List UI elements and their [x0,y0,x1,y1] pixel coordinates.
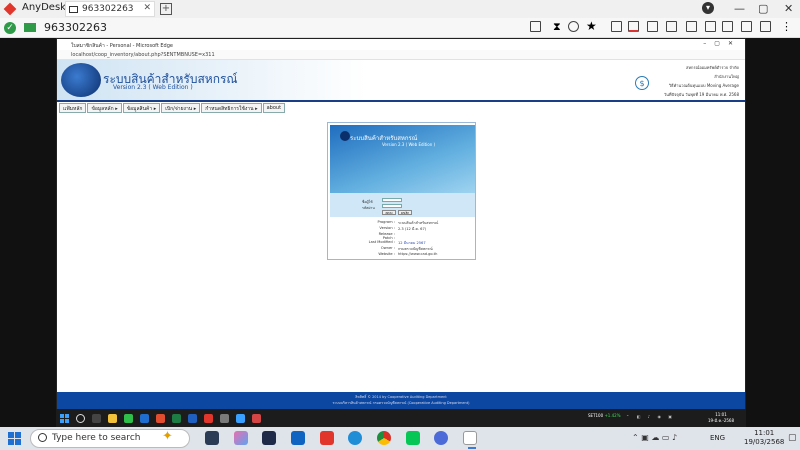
nav-item-master-data[interactable]: ข้อมูลหลัก ▸ [87,103,122,113]
remote-tray-icons[interactable]: ⌃ ◧ ♪ ◉ ▣ [626,414,675,419]
session-id: 963302263 [44,21,107,34]
close-window-icon[interactable]: ✕ [784,2,793,15]
record-icon[interactable] [741,21,752,32]
new-tab-button[interactable]: + [160,3,172,15]
info-icon[interactable] [628,21,639,32]
session-tab[interactable]: 963302263 ✕ [65,1,155,17]
site-version: Version 2.3 ( Web Edition ) [113,84,193,91]
outlook-icon[interactable] [291,431,305,445]
chat-bubble-icon[interactable] [666,21,677,32]
anydesk-toolbar [0,18,800,38]
display-icon[interactable] [568,21,579,32]
session-tab-label: 963302263 [82,4,134,14]
site-header: ระบบสินค้าสำหรับสหกรณ์ Version 2.3 ( Web… [57,60,745,100]
edge-icon[interactable] [140,414,149,423]
search-icon [38,433,47,442]
search-placeholder: Type here to search [52,433,141,443]
org-name: สหกรณ์ออมทรัพย์ตำรวจ จำกัด [685,65,739,70]
file-explorer-icon[interactable] [108,414,117,423]
more-icon[interactable]: ⋮ [781,21,792,32]
file-transfer-icon[interactable] [611,21,622,32]
copilot-icon[interactable] [234,431,248,445]
app-icon[interactable] [434,431,448,445]
chrome-icon[interactable] [377,431,391,445]
site-footer: ลิขสิทธิ์ © 2014 by Cooperative Auditing… [57,392,745,409]
remote-start-icon[interactable] [60,414,69,423]
powerpoint-icon[interactable] [156,414,165,423]
maximize-icon[interactable]: ▢ [758,2,768,15]
close-tab-icon[interactable]: ✕ [143,3,151,13]
password-input[interactable] [382,204,402,208]
chat-icon[interactable] [530,21,541,32]
hourglass-icon[interactable]: ⧗ [553,21,564,32]
edge-window: ใบสมาชิกสินค้า - Personal - Microsoft Ed… [56,38,746,409]
nav-item-file[interactable]: แฟ้มหลัก [59,103,87,113]
document-icon[interactable] [463,431,477,445]
start-icon[interactable] [8,432,21,445]
monitor-icon[interactable] [647,21,658,32]
dollar-icon: $ [635,76,649,90]
actions-icon[interactable] [686,21,697,32]
remote-clock[interactable]: 11:01 19-มี.ค.-2568 [708,412,734,424]
app-icon[interactable] [236,414,245,423]
nav-item-issue[interactable]: เบิก/จ่ายงาน ▸ [161,103,201,113]
stock-widget[interactable]: SET100 +1.42% [588,413,621,418]
login-button[interactable]: ตกลง [382,210,396,215]
line-app-icon[interactable] [124,414,133,423]
anydesk-icon[interactable] [204,414,213,423]
minimize-icon[interactable]: — [734,2,745,15]
permissions-icon[interactable] [722,21,733,32]
username-input[interactable] [382,198,402,202]
nav-item-permissions[interactable]: กำหนดสิทธิการใช้งาน ▸ [201,103,262,113]
task-view-icon[interactable] [205,431,219,445]
clock[interactable]: 11:01 19/03/2568 [744,429,784,447]
info-row: Website : https://www.cad.go.th [378,252,438,256]
remote-search-icon[interactable] [76,414,85,423]
coop-logo-icon [61,63,101,97]
branch-name: สำนักงานใหญ่ [714,74,739,79]
app-icon[interactable] [220,414,229,423]
sparkle-icon[interactable]: ✦ [162,429,173,444]
excel-icon[interactable] [172,414,181,423]
tray-icons[interactable]: ⌃ ▣ ☁ ▭ ♪ [632,433,677,442]
favorite-star-icon[interactable]: ★ [586,20,597,32]
active-indicator [468,447,476,449]
login-banner-image: ระบบสินค้าสำหรับสหกรณ์ Version 2.3 ( Web… [330,125,475,193]
connected-check-icon: ✓ [4,22,16,34]
language-indicator[interactable]: ENG [710,434,725,442]
login-form: ชื่อผู้ใช้ รหัสผ่าน ตกลง ยกเลิก [330,193,475,217]
monitor-icon [69,6,78,13]
nav-item-about[interactable]: about [262,103,286,113]
login-panel: ระบบสินค้าสำหรับสหกรณ์ Version 2.3 ( Web… [327,122,476,260]
edge-window-controls[interactable]: –▢✕ [703,40,741,47]
nav-item-products[interactable]: ข้อมูลสินค้า ▸ [122,103,161,113]
about-info: Program : ระบบสินค้าสำหรับสหกรณ์ Version … [328,220,477,256]
notification-icon[interactable]: ▢ [788,433,797,443]
login-banner-version: Version 2.3 ( Web Edition ) [382,142,436,147]
coop-logo-icon [340,131,350,141]
main-nav: แฟ้มหลัก ข้อมูลหลัก ▸ ข้อมูลสินค้า ▸ เบิ… [59,103,286,113]
password-label: รหัสผ่าน [362,206,375,210]
footer-owner: ระบบบริหารสินค้าสหกรณ์ กรมตรวจบัญชีสหกรณ… [332,401,470,405]
edge-icon[interactable] [348,431,362,445]
menu-down-icon[interactable]: ▾ [702,2,714,14]
edge-address-bar[interactable]: localhost/coop_inventory/about.php?SENTM… [57,50,745,60]
app-icon[interactable] [252,414,261,423]
edge-title: ใบสมาชิกสินค้า - Personal - Microsoft Ed… [57,39,745,50]
cancel-button[interactable]: ยกเลิก [398,210,412,215]
nav-divider [57,100,745,102]
costing-method: วิธีคำนวณต้นทุนแบบ Moving Average [668,83,739,88]
remote-screen-icon [24,23,36,32]
task-view-icon[interactable] [92,414,101,423]
anydesk-icon[interactable] [320,431,334,445]
line-app-icon[interactable] [406,431,420,445]
anydesk-app-name: AnyDesk [22,2,66,13]
current-date: วันที่ปัจจุบัน วันพุธที่ 19 มีนาคม พ.ศ. … [663,92,739,97]
word-icon[interactable] [188,414,197,423]
shield-icon[interactable] [760,21,771,32]
photoshop-icon[interactable] [262,431,276,445]
keyboard-icon[interactable] [705,21,716,32]
remote-taskbar: SET100 +1.42% ⌃ ◧ ♪ ◉ ▣ 11:01 19-มี.ค.-25… [56,409,746,427]
